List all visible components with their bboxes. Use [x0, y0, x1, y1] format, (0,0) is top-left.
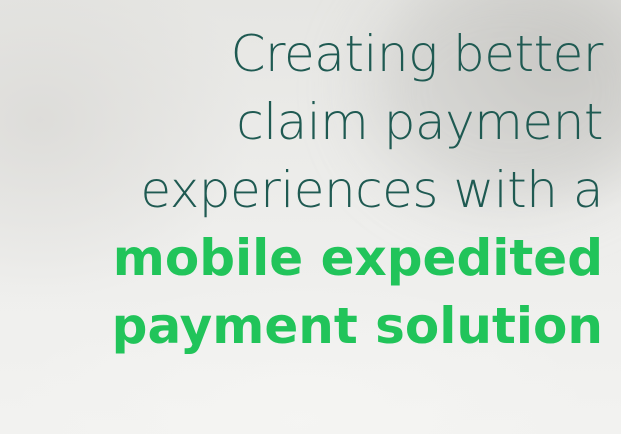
headline-line-3: experiences with a — [140, 161, 603, 219]
headline-line-2: claim payment — [236, 93, 603, 151]
headline-line-1: Creating better — [230, 25, 604, 83]
hero-banner: Creating better claim payment experience… — [0, 0, 621, 434]
headline-highlight-line-2: payment solution — [111, 297, 603, 355]
headline-highlight-line-1: mobile expedited — [112, 229, 603, 287]
hero-headline: Creating better claim payment experience… — [3, 20, 604, 360]
